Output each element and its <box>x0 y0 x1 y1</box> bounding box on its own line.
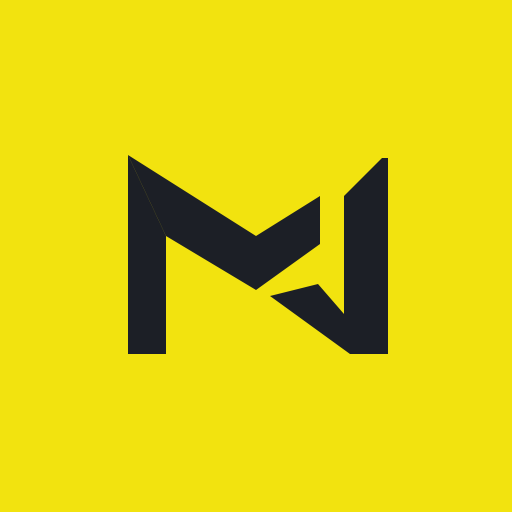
app-icon-background <box>0 0 512 512</box>
m-monogram-logo-icon <box>0 0 512 512</box>
